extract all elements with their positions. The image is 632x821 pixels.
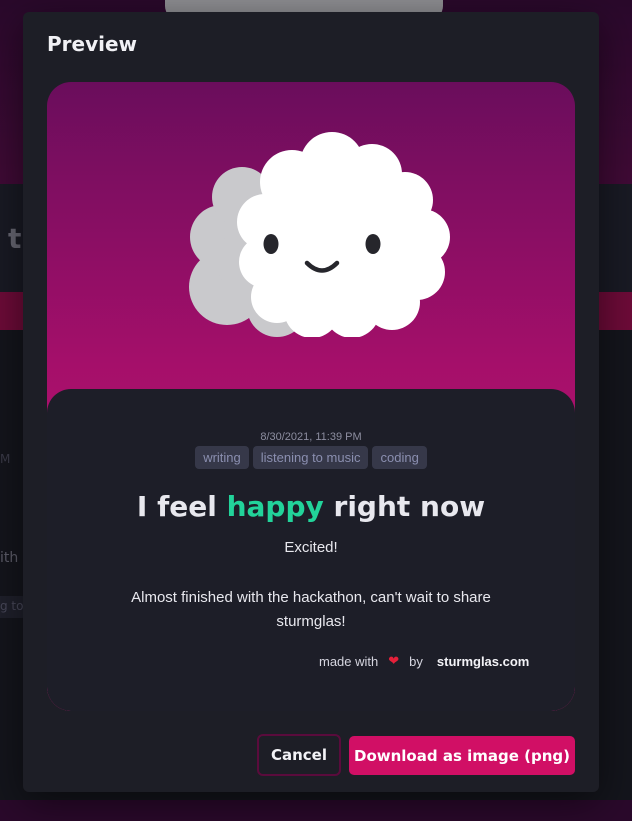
mood-word: happy <box>226 490 324 523</box>
heart-icon: ❤ <box>388 653 400 668</box>
feeling-suffix: right now <box>333 490 486 523</box>
card-footer: made with ❤ by sturmglas.com <box>319 653 529 669</box>
brand-name: sturmglas.com <box>436 653 530 669</box>
cancel-button[interactable]: Cancel <box>257 734 341 776</box>
entry-note: Almost finished with the hackathon, can'… <box>131 589 491 630</box>
activity-tags: writing listening to music coding <box>47 446 575 469</box>
modal-title: Preview <box>47 32 138 56</box>
mood-subtitle: Excited! <box>284 539 338 556</box>
entry-timestamp: 8/30/2021, 11:39 PM <box>260 431 362 443</box>
preview-modal: Preview 8/30/2021, 11:39 PM writing list… <box>23 12 599 792</box>
download-image-button[interactable]: Download as image (png) <box>349 736 575 775</box>
made-with-label: made with <box>319 653 379 669</box>
tag-writing: writing <box>195 446 249 469</box>
preview-card: 8/30/2021, 11:39 PM writing listening to… <box>47 82 575 711</box>
happy-cloud-icon <box>167 122 457 338</box>
feeling-prefix: I feel <box>136 490 217 523</box>
by-label: by <box>409 653 423 669</box>
tag-coding: coding <box>372 446 427 469</box>
feeling-heading: I feel happy right now <box>47 490 575 523</box>
card-body: 8/30/2021, 11:39 PM writing listening to… <box>47 389 575 711</box>
tag-listening-to-music: listening to music <box>252 446 369 469</box>
